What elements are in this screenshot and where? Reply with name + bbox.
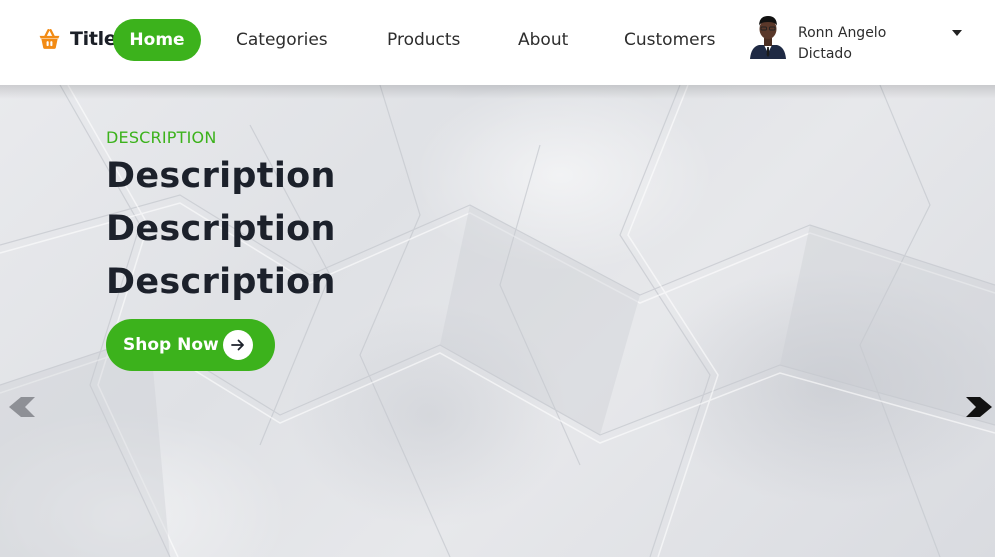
basket-icon — [39, 29, 60, 49]
nav-categories[interactable]: Categories — [236, 19, 328, 61]
user-name: Ronn Angelo Dictado — [798, 25, 887, 62]
hero-heading-line: Description — [106, 209, 336, 249]
top-navbar: Title Home Categories Products About Cus… — [0, 0, 995, 85]
hero-heading-line: Description — [106, 262, 336, 302]
navbar-shadow — [0, 85, 995, 99]
hero-heading-line: Description — [106, 156, 336, 196]
user-avatar[interactable] — [749, 14, 787, 59]
nav-home[interactable]: Home — [113, 19, 201, 61]
shop-now-button[interactable]: Shop Now — [106, 319, 275, 371]
hero-eyebrow: DESCRIPTION — [106, 128, 217, 147]
caret-down-icon[interactable] — [951, 29, 963, 37]
hero-banner: DESCRIPTION Description Description Desc… — [0, 85, 995, 557]
brand[interactable]: Title — [37, 26, 117, 51]
nav-about[interactable]: About — [518, 19, 568, 61]
chevron-right-icon[interactable] — [965, 396, 993, 418]
brand-title: Title — [70, 27, 117, 50]
chevron-left-icon[interactable] — [8, 396, 36, 418]
nav-customers[interactable]: Customers — [624, 19, 715, 61]
shop-now-label: Shop Now — [123, 335, 219, 355]
nav-products[interactable]: Products — [387, 19, 460, 61]
arrow-right-icon — [223, 330, 253, 360]
